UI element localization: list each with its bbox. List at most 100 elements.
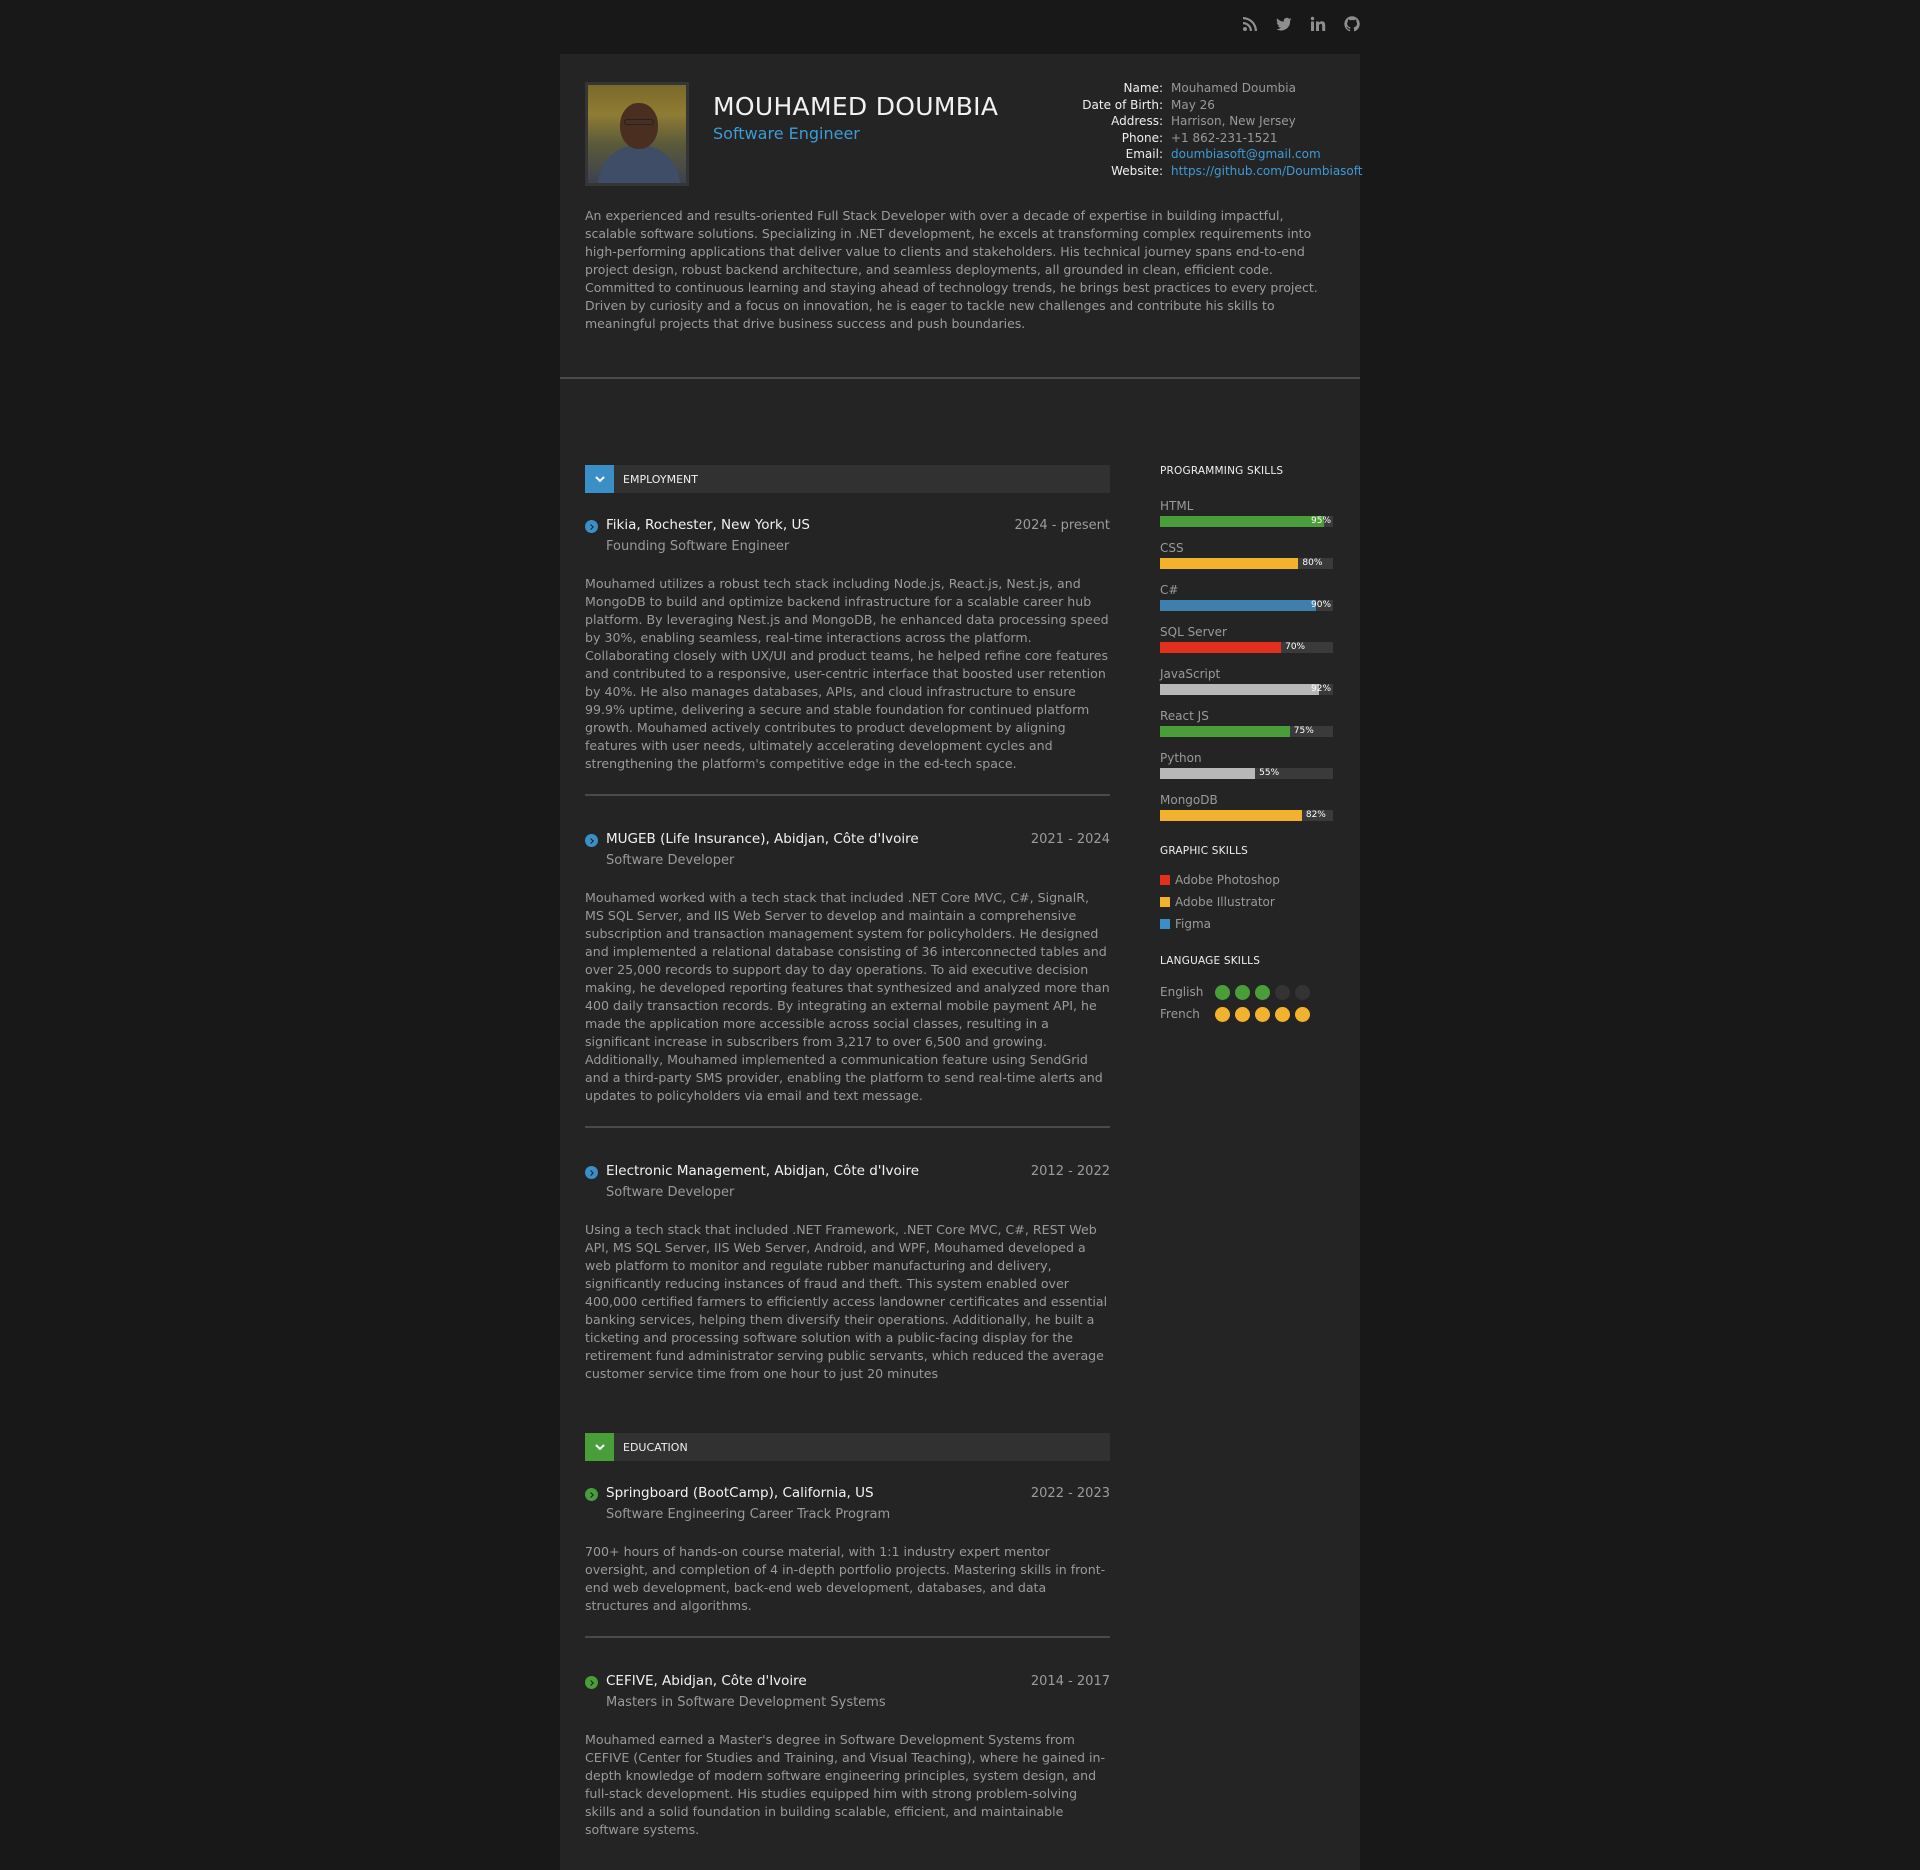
skill-bar: 80% bbox=[1160, 558, 1333, 569]
bullet-icon bbox=[585, 1488, 598, 1501]
section-title: EMPLOYMENT bbox=[623, 472, 698, 486]
skill-bar-fill bbox=[1160, 726, 1290, 737]
info-value: May 26 bbox=[1171, 97, 1215, 112]
profile-header: MOUHAMED DOUMBIA Software Engineer Name:… bbox=[560, 54, 1362, 379]
skill-bar-fill bbox=[1160, 642, 1282, 653]
graphic-skill: Adobe Photoshop bbox=[1160, 869, 1335, 891]
level-dot bbox=[1255, 984, 1270, 1000]
info-row: Email: doumbiasoft@gmail.com bbox=[1060, 146, 1362, 163]
info-link[interactable]: https://github.com/Doumbiasoft bbox=[1171, 163, 1362, 180]
twitter-icon[interactable] bbox=[1274, 14, 1294, 34]
info-link[interactable]: doumbiasoft@gmail.com bbox=[1171, 146, 1321, 163]
skill-item: HTML 95% bbox=[1160, 499, 1335, 527]
skill-percent: 75% bbox=[1293, 726, 1314, 736]
skill-percent: 55% bbox=[1259, 768, 1280, 778]
skill-bar: 70% bbox=[1160, 642, 1333, 653]
skill-name: C# bbox=[1160, 583, 1179, 597]
skill-item: CSS 80% bbox=[1160, 541, 1335, 569]
graphic-skill: Adobe Illustrator bbox=[1160, 891, 1335, 913]
language-skills: English French bbox=[1160, 981, 1335, 1025]
language-skills-title: LANGUAGE SKILLS bbox=[1160, 955, 1261, 967]
section-title: EDUCATION bbox=[623, 1440, 688, 1454]
profile-summary: An experienced and results-oriented Full… bbox=[585, 208, 1318, 331]
skill-bar: 82% bbox=[1160, 810, 1333, 821]
rss-icon[interactable] bbox=[1240, 14, 1260, 34]
language-name: English bbox=[1160, 985, 1204, 999]
resume-page: MOUHAMED DOUMBIA Software Engineer Name:… bbox=[560, 54, 1362, 1870]
level-dot bbox=[1255, 1006, 1270, 1022]
skill-percent: 82% bbox=[1305, 810, 1326, 820]
programming-skills: HTML 95% CSS 80% C# 90% SQL Server 70% JavaScrip… bbox=[1160, 499, 1335, 821]
info-key: Email: bbox=[1125, 147, 1163, 161]
entry-description: 700+ hours of hands-on course material, … bbox=[585, 1544, 1106, 1613]
section-employment: EMPLOYMENT Fikia, Rochester, New York, US… bbox=[585, 465, 1110, 1383]
entry-date: 2014 - 2017 bbox=[1030, 1674, 1110, 1689]
skill-bar: 92% bbox=[1160, 684, 1333, 695]
info-row: Date of Birth: May 26 bbox=[1060, 97, 1362, 114]
entry-position: Masters in Software Development Systems bbox=[606, 1695, 886, 1710]
entry-date: 2022 - 2023 bbox=[1030, 1486, 1110, 1501]
level-dot bbox=[1275, 1006, 1290, 1022]
skill-percent: 95% bbox=[1311, 516, 1332, 526]
entry-date: 2021 - 2024 bbox=[1030, 832, 1110, 847]
skills-sidebar: PROGRAMMING SKILLS HTML 95% CSS 80% C# 90% SQL… bbox=[1160, 465, 1335, 1025]
level-dot bbox=[1275, 984, 1290, 1000]
entry-date: 2024 - present bbox=[1014, 518, 1110, 533]
entry-item: Springboard (BootCamp), California, US 20… bbox=[585, 1485, 1110, 1638]
graphic-skills: Adobe Photoshop Adobe Illustrator Figma bbox=[1160, 869, 1335, 935]
bullet-icon bbox=[585, 520, 598, 533]
entry-item: Electronic Management, Abidjan, Côte d'I… bbox=[585, 1163, 1110, 1383]
skill-name: React JS bbox=[1160, 709, 1209, 723]
color-square-icon bbox=[1160, 897, 1170, 907]
skill-bar-fill bbox=[1160, 516, 1325, 527]
entry-description: Using a tech stack that included .NET Fr… bbox=[585, 1222, 1108, 1381]
skill-item: SQL Server 70% bbox=[1160, 625, 1335, 653]
graphic-skill-name: Figma bbox=[1175, 917, 1212, 931]
skill-percent: 92% bbox=[1311, 684, 1332, 694]
level-dot bbox=[1215, 1006, 1230, 1022]
entry-date: 2012 - 2022 bbox=[1030, 1164, 1110, 1179]
skill-bar-fill bbox=[1160, 600, 1316, 611]
section-header[interactable]: EMPLOYMENT bbox=[585, 465, 1110, 493]
linkedin-icon[interactable] bbox=[1308, 14, 1328, 34]
skill-name: HTML bbox=[1160, 499, 1194, 513]
divider bbox=[585, 1126, 1110, 1128]
chevron-down-icon[interactable] bbox=[585, 465, 614, 493]
divider bbox=[585, 794, 1110, 796]
language-row: English bbox=[1160, 981, 1335, 1003]
skill-bar-fill bbox=[1160, 684, 1320, 695]
info-key: Address: bbox=[1111, 114, 1163, 128]
entry-item: CEFIVE, Abidjan, Côte d'Ivoire 2014 - 201… bbox=[585, 1673, 1110, 1839]
skill-item: JavaScript 92% bbox=[1160, 667, 1335, 695]
entry-item: MUGEB (Life Insurance), Abidjan, Côte d'… bbox=[585, 831, 1110, 1128]
chevron-down-icon[interactable] bbox=[585, 1433, 614, 1461]
info-key: Name: bbox=[1123, 81, 1163, 95]
github-icon[interactable] bbox=[1342, 14, 1362, 34]
color-square-icon bbox=[1160, 875, 1170, 885]
skill-percent: 90% bbox=[1311, 600, 1332, 610]
programming-skills-title: PROGRAMMING SKILLS bbox=[1160, 465, 1284, 477]
color-square-icon bbox=[1160, 919, 1170, 929]
language-row: French bbox=[1160, 1003, 1335, 1025]
entry-item: Fikia, Rochester, New York, US 2024 - pre… bbox=[585, 517, 1110, 796]
skill-item: React JS 75% bbox=[1160, 709, 1335, 737]
level-dot bbox=[1295, 1006, 1310, 1022]
info-key: Website: bbox=[1111, 163, 1163, 178]
language-level bbox=[1215, 984, 1310, 1000]
info-row: Address: Harrison, New Jersey bbox=[1060, 113, 1362, 130]
skill-item: MongoDB 82% bbox=[1160, 793, 1335, 821]
skill-bar-fill bbox=[1160, 768, 1256, 779]
skill-percent: 70% bbox=[1285, 642, 1306, 652]
graphic-skill-name: Adobe Photoshop bbox=[1175, 873, 1280, 887]
info-row: Website: https://github.com/Doumbiasoft bbox=[1060, 163, 1362, 180]
graphic-skill: Figma bbox=[1160, 913, 1335, 935]
level-dot bbox=[1295, 984, 1310, 1000]
level-dot bbox=[1215, 984, 1230, 1000]
profile-name: MOUHAMED DOUMBIA bbox=[713, 92, 999, 121]
skill-name: Python bbox=[1160, 751, 1202, 765]
entry-position: Software Engineering Career Track Progra… bbox=[606, 1507, 891, 1522]
section-header[interactable]: EDUCATION bbox=[585, 1433, 1110, 1461]
skill-bar-fill bbox=[1160, 558, 1299, 569]
language-level bbox=[1215, 1006, 1310, 1022]
graphic-skill-name: Adobe Illustrator bbox=[1175, 895, 1275, 909]
